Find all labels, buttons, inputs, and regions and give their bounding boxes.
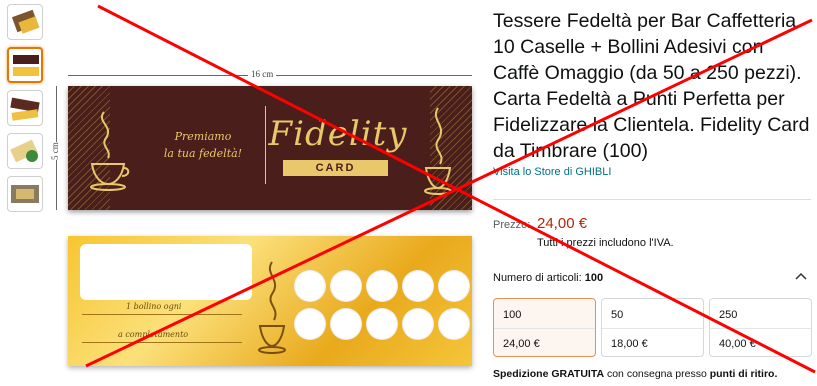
chevron-up-icon[interactable] bbox=[795, 269, 807, 283]
product-title: Tessere Fedeltà per Bar Caffetteria 10 C… bbox=[493, 10, 810, 162]
quantity-label: Numero di articoli: 100 bbox=[493, 272, 603, 284]
stamp-slot bbox=[402, 308, 434, 340]
premiamo-line2: la tua fedeltà! bbox=[163, 147, 243, 160]
thumbnail-5[interactable] bbox=[7, 176, 43, 212]
shipping-info: Spedizione GRATUITA con consegna presso … bbox=[493, 368, 777, 380]
product-image[interactable]: 16 cm 5 cm Premiamo la tua fedeltà! Fide… bbox=[50, 0, 475, 386]
card-back: 1 bollino ogni a completamento bbox=[68, 236, 472, 366]
thumbnail-4[interactable] bbox=[7, 133, 43, 169]
option-separator bbox=[710, 328, 811, 329]
stamp-slot bbox=[438, 270, 470, 302]
shipping-free: GRATUITA bbox=[551, 368, 605, 380]
stamp-slot bbox=[294, 308, 326, 340]
option-price: 40,00 € bbox=[719, 338, 756, 350]
height-dimension-label: 5 cm bbox=[50, 142, 60, 160]
price-label: Prezzo: bbox=[493, 219, 531, 231]
stamp-slot bbox=[366, 270, 398, 302]
gold-divider bbox=[265, 106, 266, 184]
quantity-option-250[interactable]: 250 40,00 € bbox=[709, 298, 812, 357]
option-separator bbox=[602, 328, 703, 329]
stamp-slot bbox=[366, 308, 398, 340]
shipping-prefix: Spedizione bbox=[493, 368, 549, 380]
thumbnail-strip bbox=[7, 4, 45, 219]
stamp-slot bbox=[294, 270, 326, 302]
coffee-cup-icon-back bbox=[258, 261, 286, 354]
option-price: 18,00 € bbox=[611, 338, 648, 350]
coffee-cup-icon-right bbox=[424, 107, 452, 195]
divider bbox=[493, 199, 811, 200]
stamp-slot bbox=[402, 270, 434, 302]
back-rule-2 bbox=[82, 342, 242, 343]
shipping-pickup: punti di ritiro. bbox=[709, 368, 778, 380]
store-link[interactable]: Visita lo Store di GHIBLI bbox=[493, 166, 611, 178]
thumbnail-2[interactable] bbox=[7, 47, 43, 83]
premiamo-line1: Premiamo bbox=[174, 130, 232, 143]
fidelity-logo-word: Fidelity bbox=[268, 114, 408, 154]
coffee-cup-icon bbox=[90, 111, 130, 191]
option-count: 50 bbox=[611, 309, 624, 321]
width-dimension-label: 16 cm bbox=[248, 69, 277, 79]
fidelity-logo-card: CARD bbox=[283, 160, 388, 176]
price-value: 24,00 € bbox=[537, 215, 588, 232]
stamp-slot bbox=[438, 308, 470, 340]
quantity-label-text: Numero di articoli: bbox=[493, 272, 582, 284]
quantity-selected-value: 100 bbox=[584, 272, 604, 284]
premiamo-text: Premiamo la tua fedeltà! bbox=[148, 128, 258, 162]
quantity-option-100[interactable]: 100 24,00 € bbox=[493, 298, 596, 357]
vat-note: Tutti i prezzi includono l'IVA. bbox=[537, 237, 674, 249]
card-front: Premiamo la tua fedeltà! Fidelity CARD bbox=[68, 86, 472, 210]
option-price: 24,00 € bbox=[503, 338, 540, 350]
stamp-slot bbox=[330, 270, 362, 302]
thumbnail-3[interactable] bbox=[7, 90, 43, 126]
option-separator bbox=[494, 328, 595, 329]
back-rule-1 bbox=[82, 314, 242, 315]
quantity-option-50[interactable]: 50 18,00 € bbox=[601, 298, 704, 357]
back-line2: a completamento bbox=[118, 330, 189, 339]
option-count: 100 bbox=[503, 309, 522, 321]
thumbnail-1[interactable] bbox=[7, 4, 43, 40]
option-count: 250 bbox=[719, 309, 738, 321]
name-box bbox=[80, 244, 252, 300]
stamp-slot bbox=[330, 308, 362, 340]
back-line1: 1 bollino ogni bbox=[126, 302, 182, 311]
shipping-middle: con consegna presso bbox=[606, 368, 707, 380]
